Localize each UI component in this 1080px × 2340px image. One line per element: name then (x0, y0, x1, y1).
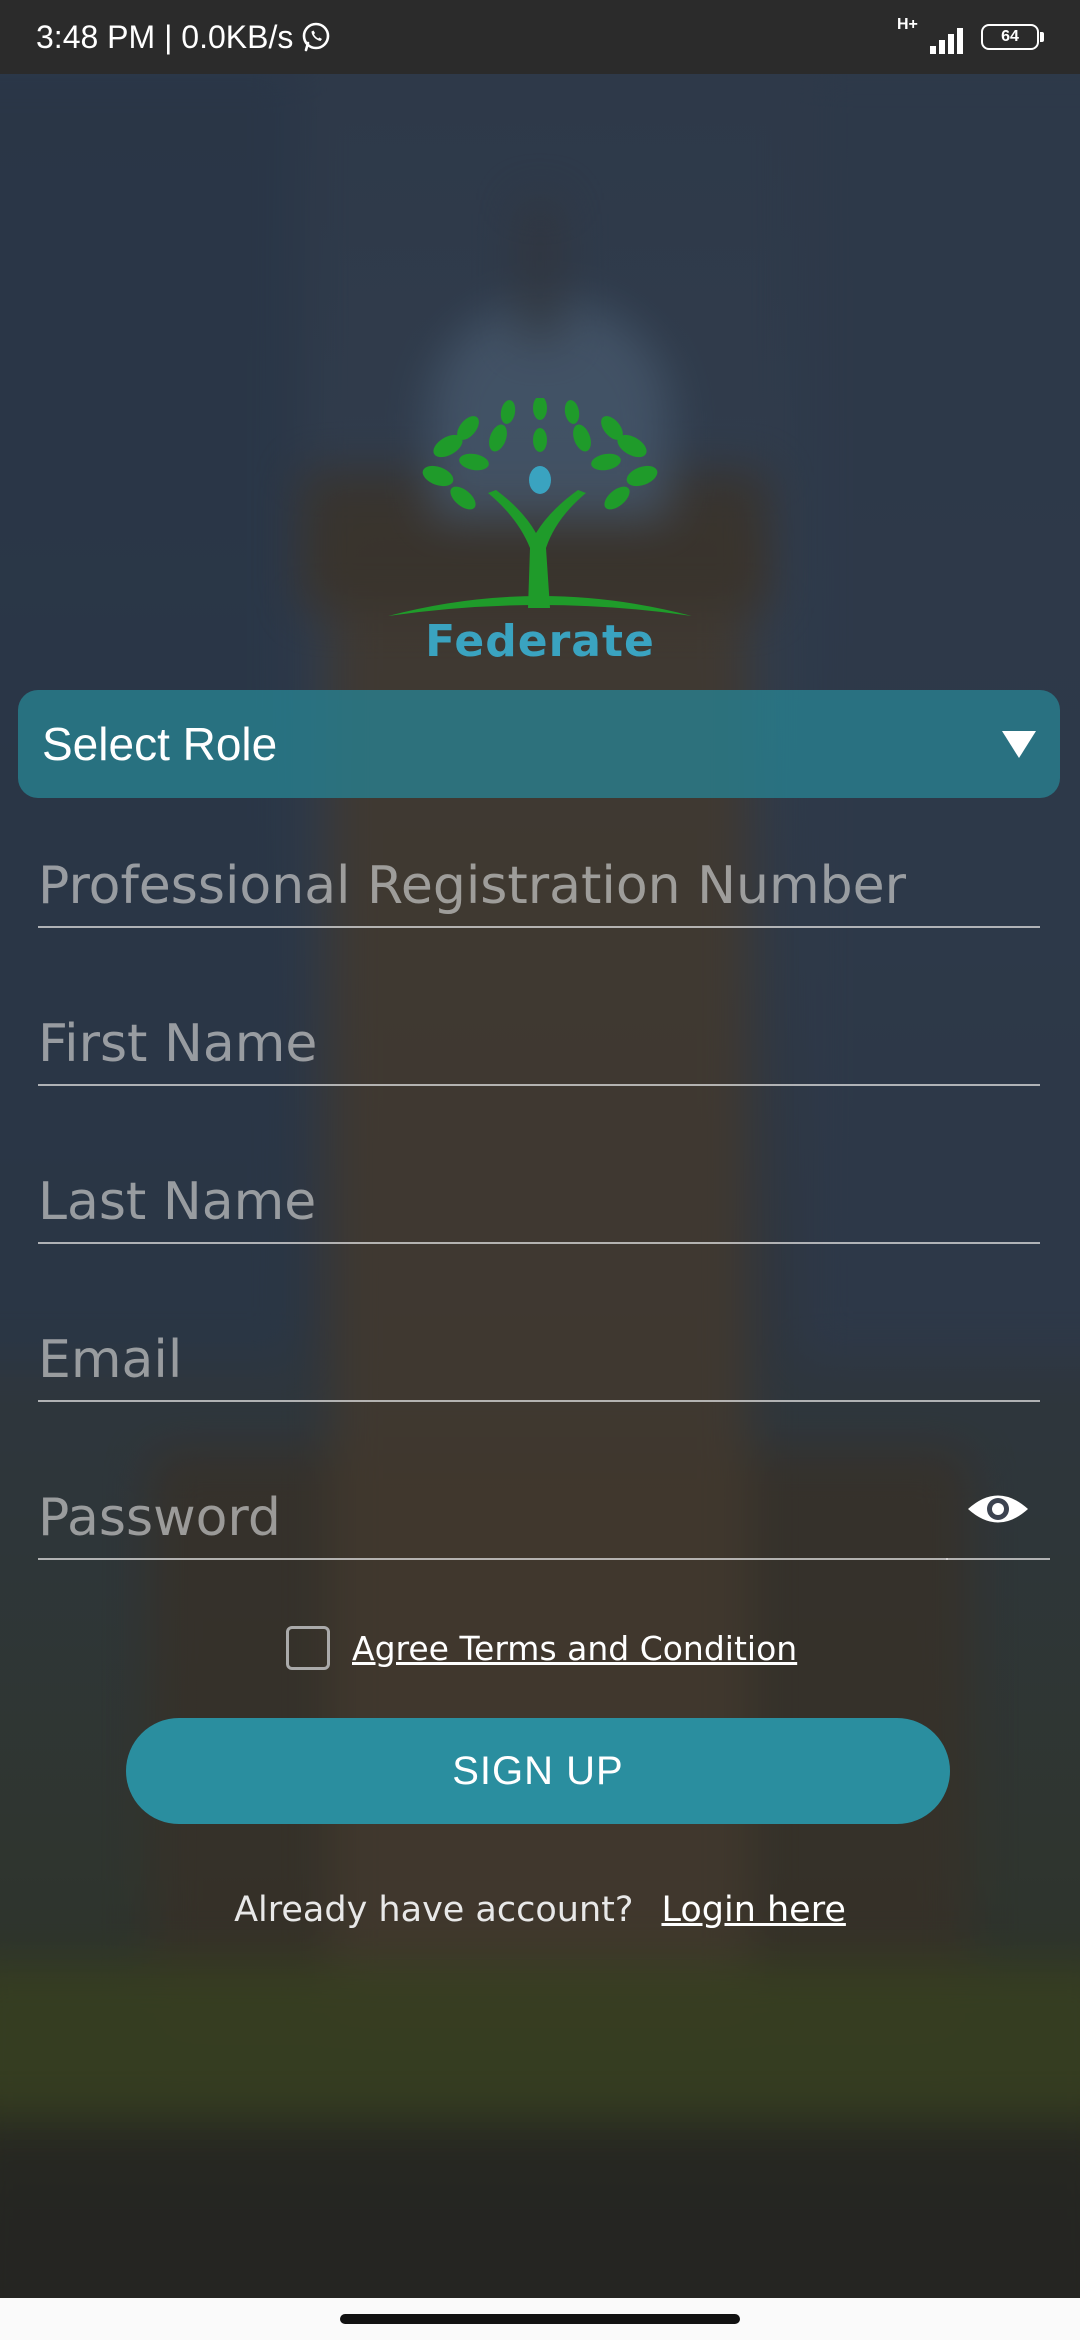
signal-icon: H+ (897, 16, 963, 54)
battery-level: 64 (1001, 28, 1019, 45)
select-role-dropdown[interactable]: Select Role (18, 690, 1060, 798)
first-name-field[interactable] (38, 986, 1040, 1086)
password-input[interactable] (38, 1488, 948, 1548)
terms-row: Agree Terms and Condition (286, 1626, 797, 1670)
signup-button-label: SIGN UP (452, 1748, 624, 1793)
last-name-field[interactable] (38, 1144, 1040, 1244)
terms-link[interactable]: Agree Terms and Condition (352, 1629, 797, 1668)
select-role-label: Select Role (42, 718, 278, 770)
navigation-bar (0, 2298, 1080, 2340)
password-field[interactable] (38, 1460, 948, 1560)
login-link[interactable]: Login here (661, 1890, 845, 1930)
last-name-input[interactable] (38, 1172, 1040, 1232)
app-logo: Federate (378, 396, 702, 668)
password-visibility-toggle[interactable] (946, 1460, 1050, 1560)
email-field[interactable] (38, 1302, 1040, 1402)
registration-number-field[interactable] (38, 828, 1040, 928)
network-type: H+ (897, 16, 918, 33)
battery-icon: 64 (981, 24, 1044, 50)
status-left: 3:48 PM | 0.0KB/s (36, 19, 333, 56)
status-right: H+ 64 (897, 16, 1044, 54)
first-name-input[interactable] (38, 1014, 1040, 1074)
whatsapp-icon (303, 22, 330, 52)
brand-name: Federate (425, 616, 655, 667)
eye-icon (968, 1495, 1028, 1523)
email-input[interactable] (38, 1330, 1040, 1390)
status-time-speed: 3:48 PM | 0.0KB/s (36, 18, 294, 55)
terms-checkbox[interactable] (286, 1626, 330, 1670)
signup-button[interactable]: SIGN UP (126, 1718, 950, 1824)
login-prompt-text: Already have account? (234, 1890, 634, 1930)
tree-person-logo-icon (388, 396, 692, 616)
login-prompt-row: Already have account? Login here (0, 1890, 1080, 1930)
registration-number-input[interactable] (38, 856, 1040, 916)
dropdown-triangle-icon (1002, 730, 1036, 758)
home-gesture-pill[interactable] (340, 2314, 740, 2324)
status-bar: 3:48 PM | 0.0KB/s H+ 64 (0, 0, 1080, 74)
